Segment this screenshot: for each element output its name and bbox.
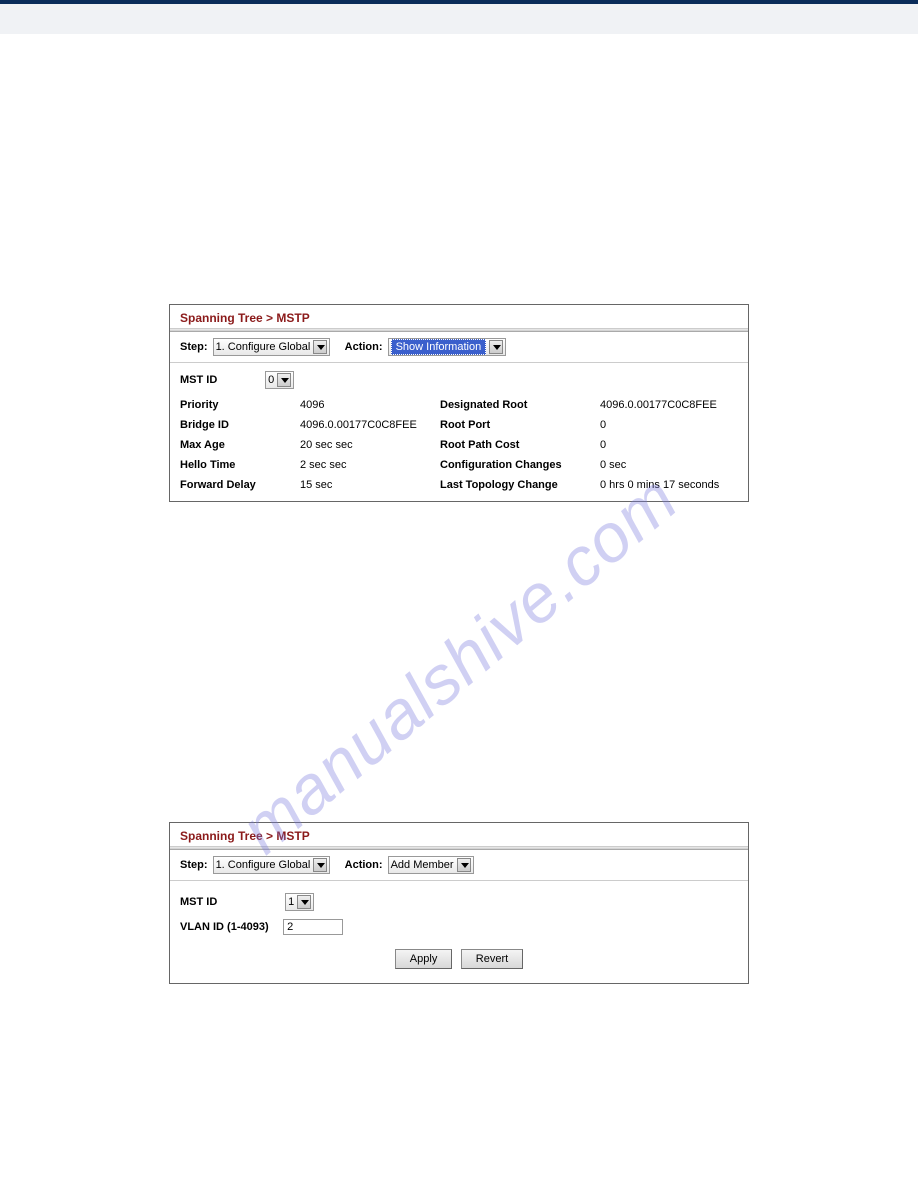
designated-root-value: 4096.0.00177C0C8FEE	[600, 399, 738, 411]
mstid-select[interactable]: 0	[265, 371, 294, 389]
max-age-label: Max Age	[180, 439, 300, 451]
priority-label: Priority	[180, 399, 300, 411]
mstid-label: MST ID	[180, 896, 280, 908]
root-port-label: Root Port	[440, 419, 600, 431]
panel2-title: Spanning Tree > MSTP	[170, 823, 748, 847]
mstid-form-row: MST ID 1	[170, 881, 748, 915]
root-path-cost-value: 0	[600, 439, 738, 451]
action-label: Action:	[345, 341, 383, 353]
chevron-down-icon[interactable]	[277, 373, 291, 387]
step-select[interactable]: 1. Configure Global	[213, 856, 331, 874]
last-topology-change-label: Last Topology Change	[440, 479, 600, 491]
step-select-value: 1. Configure Global	[216, 341, 311, 353]
step-label: Step:	[180, 341, 208, 353]
action-select[interactable]: Show Information	[388, 338, 507, 356]
mstid-value: 1	[288, 896, 294, 908]
action-label: Action:	[345, 859, 383, 871]
mstid-label: MST ID	[180, 374, 260, 386]
designated-root-label: Designated Root	[440, 399, 600, 411]
forward-delay-label: Forward Delay	[180, 479, 300, 491]
vlan-id-input[interactable]: 2	[283, 919, 343, 935]
step-select[interactable]: 1. Configure Global	[213, 338, 331, 356]
mstp-add-member-panel: Spanning Tree > MSTP Step: 1. Configure …	[169, 822, 749, 984]
vlan-form-row: VLAN ID (1-4093) 2	[170, 915, 748, 939]
chevron-down-icon[interactable]	[489, 340, 503, 354]
hello-time-label: Hello Time	[180, 459, 300, 471]
button-row: Apply Revert	[170, 939, 748, 983]
panel1-title: Spanning Tree > MSTP	[170, 305, 748, 329]
action-select[interactable]: Add Member	[388, 856, 474, 874]
configuration-changes-value: 0 sec	[600, 459, 738, 471]
mstp-info-panel: Spanning Tree > MSTP Step: 1. Configure …	[169, 304, 749, 502]
watermark-text: manualshive.com	[226, 459, 693, 869]
step-select-value: 1. Configure Global	[216, 859, 311, 871]
chevron-down-icon[interactable]	[313, 858, 327, 872]
last-topology-change-value: 0 hrs 0 mins 17 seconds	[600, 479, 738, 491]
action-select-value: Add Member	[391, 859, 454, 871]
root-path-cost-label: Root Path Cost	[440, 439, 600, 451]
mstid-row: MST ID 0	[170, 363, 748, 391]
apply-button[interactable]: Apply	[395, 949, 453, 969]
revert-button[interactable]: Revert	[461, 949, 523, 969]
info-grid: Priority 4096 Designated Root 4096.0.001…	[170, 391, 748, 501]
mstid-value: 0	[268, 374, 274, 386]
panel1-controls-row: Step: 1. Configure Global Action: Show I…	[170, 332, 748, 363]
chevron-down-icon[interactable]	[313, 340, 327, 354]
mstid-select[interactable]: 1	[285, 893, 314, 911]
priority-value: 4096	[300, 399, 440, 411]
forward-delay-value: 15 sec	[300, 479, 440, 491]
step-label: Step:	[180, 859, 208, 871]
action-select-value: Show Information	[391, 339, 487, 355]
root-port-value: 0	[600, 419, 738, 431]
header-band	[0, 4, 918, 34]
configuration-changes-label: Configuration Changes	[440, 459, 600, 471]
vlan-id-label: VLAN ID (1-4093)	[180, 921, 280, 933]
panel2-controls-row: Step: 1. Configure Global Action: Add Me…	[170, 850, 748, 881]
bridge-id-value: 4096.0.00177C0C8FEE	[300, 419, 440, 431]
bridge-id-label: Bridge ID	[180, 419, 300, 431]
chevron-down-icon[interactable]	[297, 895, 311, 909]
chevron-down-icon[interactable]	[457, 858, 471, 872]
hello-time-value: 2 sec sec	[300, 459, 440, 471]
max-age-value: 20 sec sec	[300, 439, 440, 451]
